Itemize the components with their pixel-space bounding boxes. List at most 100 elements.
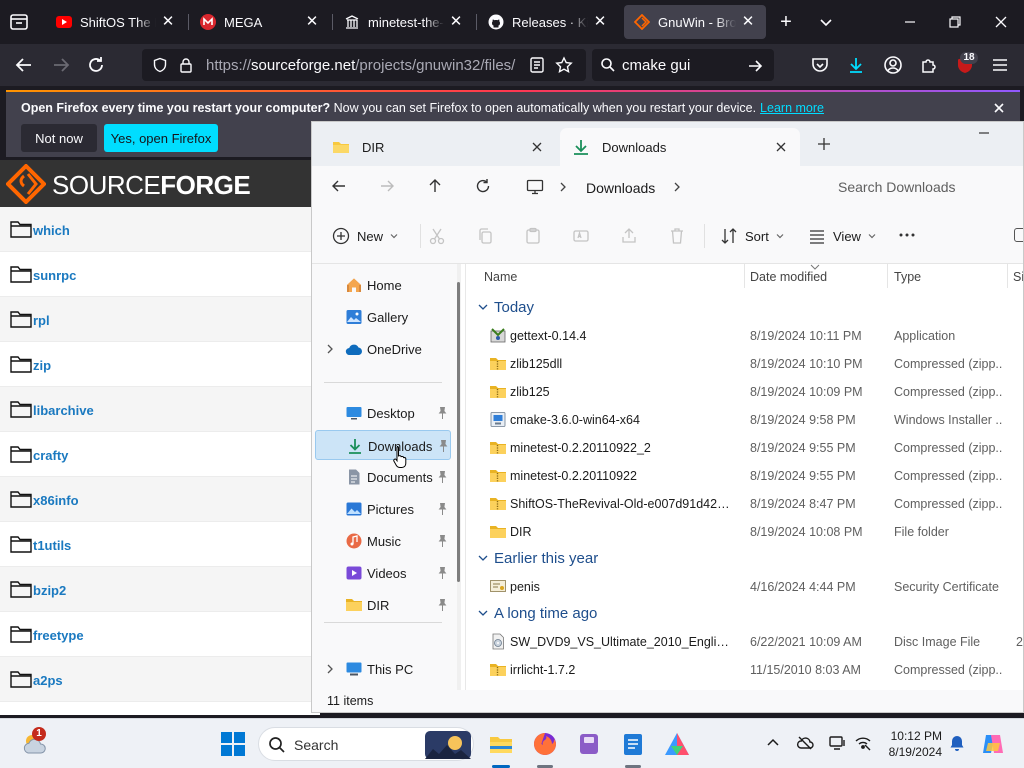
folder-row[interactable]: t1utils bbox=[0, 522, 320, 567]
delete-icon[interactable] bbox=[668, 227, 686, 245]
pocket-icon[interactable] bbox=[810, 55, 830, 75]
bookmark-star-icon[interactable] bbox=[555, 56, 573, 74]
restore-icon[interactable] bbox=[945, 12, 965, 32]
navigation-pane-scrollbar[interactable] bbox=[457, 264, 461, 690]
group-header[interactable]: Earlier this year bbox=[478, 546, 598, 570]
file-row[interactable]: zlib125dll 8/19/2024 10:10 PM Compressed (… bbox=[484, 350, 1023, 378]
folder-link[interactable]: t1utils bbox=[33, 538, 71, 553]
chevron-down-icon[interactable] bbox=[478, 608, 488, 618]
folder-row[interactable]: freetype bbox=[0, 612, 320, 657]
reader-view-icon[interactable] bbox=[528, 56, 546, 74]
folder-link[interactable]: a2ps bbox=[33, 673, 63, 688]
folder-row[interactable]: rpl bbox=[0, 297, 320, 342]
learn-more-link[interactable]: Learn more bbox=[760, 101, 824, 115]
more-options-icon[interactable] bbox=[898, 226, 916, 244]
pin-icon[interactable] bbox=[437, 407, 448, 419]
file-row[interactable]: penis 4/16/2024 4:44 PM Security Certifica… bbox=[484, 573, 1023, 601]
pane-splitter[interactable] bbox=[465, 264, 466, 690]
hamburger-menu-icon[interactable] bbox=[990, 55, 1010, 75]
extensions-puzzle-icon[interactable] bbox=[919, 55, 939, 75]
account-icon[interactable] bbox=[883, 55, 903, 75]
nav-item-documents[interactable]: Documents bbox=[315, 462, 451, 492]
not-now-button[interactable]: Not now bbox=[21, 124, 97, 152]
explorer-tab-downloads[interactable]: Downloads bbox=[560, 128, 800, 166]
chevron-up-icon[interactable] bbox=[764, 734, 782, 752]
chevron-right-icon[interactable] bbox=[325, 344, 335, 354]
close-icon[interactable]: ✕ bbox=[160, 14, 176, 30]
file-row[interactable]: minetest-0.2.20110922 8/19/2024 9:55 PM Co… bbox=[484, 462, 1023, 490]
close-icon[interactable]: ✕ bbox=[448, 14, 464, 30]
browser-tab-shiftos[interactable]: ShiftOS The Revival ✕ bbox=[46, 5, 186, 39]
search-bar[interactable] bbox=[592, 49, 774, 81]
folder-row[interactable]: which bbox=[0, 207, 320, 252]
nav-item-home[interactable]: Home bbox=[315, 270, 451, 300]
chevron-right-icon[interactable] bbox=[672, 182, 682, 192]
column-header-size[interactable]: Size bbox=[1007, 264, 1023, 296]
forward-arrow-icon[interactable] bbox=[49, 53, 73, 77]
windows-start-icon[interactable] bbox=[220, 731, 246, 757]
group-header[interactable]: A long time ago bbox=[478, 601, 597, 625]
notification-bell-icon[interactable] bbox=[948, 734, 966, 752]
folder-link[interactable]: bzip2 bbox=[33, 583, 66, 598]
folder-link[interactable]: crafty bbox=[33, 448, 68, 463]
copilot-icon[interactable] bbox=[980, 731, 1006, 757]
close-icon[interactable]: ✕ bbox=[304, 14, 320, 30]
display-icon[interactable] bbox=[828, 734, 846, 752]
file-row[interactable]: gettext-0.14.4 8/19/2024 10:11 PM Applicat… bbox=[484, 322, 1023, 350]
file-row[interactable]: DIR 8/19/2024 10:08 PM File folder bbox=[484, 518, 1023, 546]
nav-item-dir[interactable]: DIR bbox=[315, 590, 451, 620]
browser-tab-gnuwin[interactable]: GnuWin - Browse ✕ bbox=[624, 5, 766, 39]
breadcrumb-downloads[interactable]: Downloads bbox=[586, 180, 655, 196]
yes-open-firefox-button[interactable]: Yes, open Firefox bbox=[104, 124, 218, 152]
folder-row[interactable]: crafty bbox=[0, 432, 320, 477]
browser-tab-releases[interactable]: Releases · Kitware ✕ bbox=[478, 5, 618, 39]
group-header[interactable]: Today bbox=[478, 295, 534, 319]
nav-item-pictures[interactable]: Pictures bbox=[315, 494, 451, 524]
pin-icon[interactable] bbox=[437, 599, 448, 611]
nav-item-this-pc[interactable]: This PC bbox=[315, 654, 451, 684]
nav-item-music[interactable]: Music bbox=[315, 526, 451, 556]
pin-icon[interactable] bbox=[437, 471, 448, 483]
reload-icon[interactable] bbox=[84, 53, 108, 77]
view-button[interactable]: View bbox=[808, 226, 876, 246]
chevron-right-icon[interactable] bbox=[325, 664, 335, 674]
explorer-address-bar[interactable]: Downloads bbox=[514, 170, 814, 204]
up-arrow-icon[interactable] bbox=[426, 177, 444, 195]
close-window-icon[interactable] bbox=[991, 12, 1011, 32]
chevron-right-icon[interactable] bbox=[558, 182, 568, 192]
folder-row[interactable]: a2ps bbox=[0, 657, 320, 702]
close-icon[interactable]: ✕ bbox=[592, 14, 608, 30]
folder-link[interactable]: libarchive bbox=[33, 403, 94, 418]
minimize-icon[interactable] bbox=[977, 126, 991, 140]
folder-row[interactable]: bzip2 bbox=[0, 567, 320, 612]
new-tab-plus-icon[interactable] bbox=[816, 136, 832, 152]
file-row[interactable]: SW_DVD9_VS_Ultimate_2010_English_Cor... 6… bbox=[484, 628, 1023, 656]
notepad-taskbar-icon[interactable] bbox=[620, 731, 646, 757]
close-icon[interactable]: ✕ bbox=[740, 14, 756, 30]
folder-row[interactable]: x86info bbox=[0, 477, 320, 522]
scrollbar-thumb[interactable] bbox=[457, 282, 460, 582]
folder-link[interactable]: freetype bbox=[33, 628, 84, 643]
back-arrow-icon[interactable] bbox=[330, 177, 348, 195]
pin-icon[interactable] bbox=[437, 567, 448, 579]
file-explorer-taskbar-icon[interactable] bbox=[488, 731, 514, 757]
folder-link[interactable]: rpl bbox=[33, 313, 50, 328]
column-header-date-modified[interactable]: Date modified bbox=[744, 264, 886, 296]
explorer-search-box[interactable] bbox=[826, 170, 1023, 204]
file-row[interactable]: zlib125 8/19/2024 10:09 PM Compressed (zip… bbox=[484, 378, 1023, 406]
browser-tab-mega[interactable]: MEGA ✕ bbox=[190, 5, 330, 39]
lock-icon[interactable] bbox=[178, 57, 194, 73]
explorer-tab-dir[interactable]: DIR bbox=[320, 128, 556, 166]
browser-tab-minetest[interactable]: minetest-the-very ✕ bbox=[334, 5, 474, 39]
folder-row[interactable]: sunrpc bbox=[0, 252, 320, 297]
cloud-offline-icon[interactable] bbox=[796, 734, 814, 752]
nav-item-gallery[interactable]: Gallery bbox=[315, 302, 451, 332]
minimize-icon[interactable] bbox=[900, 12, 920, 32]
chevron-down-icon[interactable] bbox=[478, 553, 488, 563]
list-all-tabs-chevron-icon[interactable] bbox=[816, 12, 836, 32]
search-input[interactable] bbox=[838, 177, 1018, 197]
tab-manager-icon[interactable] bbox=[8, 11, 30, 33]
close-icon[interactable] bbox=[774, 140, 788, 154]
sort-button[interactable]: Sort bbox=[720, 226, 784, 246]
url-text[interactable]: https://sourceforge.net/projects/gnuwin3… bbox=[206, 57, 515, 74]
